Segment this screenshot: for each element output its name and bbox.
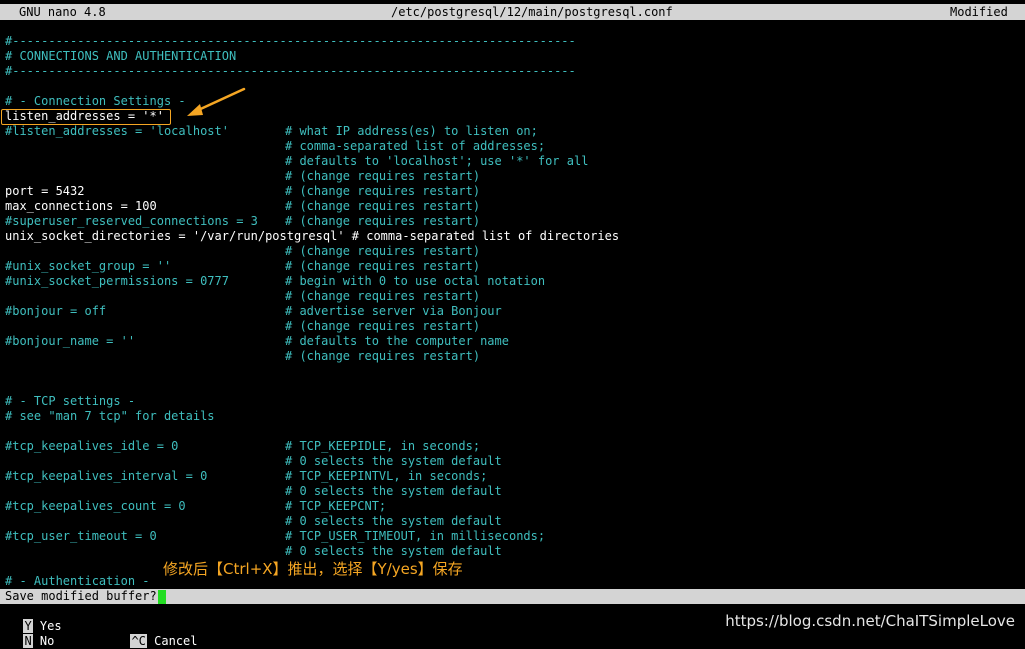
inline-comment: # (change requires restart) (285, 319, 481, 333)
config-line: #tcp_keepalives_interval = 0 # TCP_KEEPIN… (5, 469, 1020, 484)
text-cursor (158, 590, 166, 604)
config-line: # see "man 7 tcp" for details (5, 409, 1020, 424)
config-comment: # - TCP settings - (5, 394, 136, 408)
config-line: # - TCP settings - (5, 394, 1020, 409)
config-line: #superuser_reserved_connections = 3 # (ch… (5, 214, 1020, 229)
inline-comment: # (change requires restart) (285, 199, 481, 213)
config-line: #unix_socket_group = '' # (change require… (5, 259, 1020, 274)
config-line: # - Authentication - (5, 574, 1020, 589)
config-comment: #bonjour = off (5, 304, 107, 318)
inline-comment: # TCP_KEEPIDLE, in seconds; (285, 439, 481, 453)
inline-comment: # defaults to 'localhost'; use '*' for a… (285, 154, 589, 168)
config-setting: unix_socket_directories = '/var/run/post… (5, 229, 620, 243)
config-line: # 0 selects the system default (5, 544, 1020, 559)
config-line (5, 379, 1020, 394)
config-comment: #tcp_keepalives_idle = 0 (5, 439, 179, 453)
config-line: # 0 selects the system default (5, 454, 1020, 469)
inline-comment: # 0 selects the system default (285, 454, 502, 468)
config-comment: # CONNECTIONS AND AUTHENTICATION (5, 49, 237, 63)
file-path: /etc/postgresql/12/main/postgresql.conf (391, 5, 673, 19)
config-comment: #superuser_reserved_connections = 3 (5, 214, 258, 228)
app-name: GNU nano 4.8 (19, 5, 106, 19)
save-prompt: Save modified buffer? (5, 589, 157, 603)
inline-comment: # comma-separated list of addresses; (285, 139, 546, 153)
config-line: unix_socket_directories = '/var/run/post… (5, 229, 1020, 244)
inline-comment: # 0 selects the system default (285, 544, 502, 558)
config-comment: #tcp_keepalives_interval = 0 (5, 469, 208, 483)
inline-comment: # what IP address(es) to listen on; (285, 124, 538, 138)
option-yes[interactable]: Y Yes (9, 604, 62, 633)
config-line: # defaults to 'localhost'; use '*' for a… (5, 154, 1020, 169)
config-line: # (change requires restart) (5, 319, 1020, 334)
option-cancel-label: Cancel (154, 634, 198, 648)
config-comment: #unix_socket_group = '' (5, 259, 172, 273)
config-line: port = 5432 # (change requires restart) (5, 184, 1020, 199)
config-comment: #listen_addresses = 'localhost' (5, 124, 229, 138)
config-line: # CONNECTIONS AND AUTHENTICATION (5, 49, 1020, 64)
inline-comment: # TCP_USER_TIMEOUT, in milliseconds; (285, 529, 546, 543)
config-line: # 0 selects the system default (5, 484, 1020, 499)
config-line: #---------------------------------------… (5, 34, 1020, 49)
modified-status: Modified (950, 5, 1008, 19)
config-line: #bonjour_name = '' # defaults to the comp… (5, 334, 1020, 349)
config-comment: #bonjour_name = '' (5, 334, 136, 348)
highlight-box (1, 109, 171, 125)
config-comment: # see "man 7 tcp" for details (5, 409, 215, 423)
inline-comment: # (change requires restart) (285, 214, 481, 228)
save-prompt-bar: Save modified buffer? (0, 589, 1025, 604)
key-ctrl-c: ^C (130, 634, 147, 648)
inline-comment: # (change requires restart) (285, 169, 481, 183)
config-line: #unix_socket_permissions = 0777 # begin w… (5, 274, 1020, 289)
config-line: #listen_addresses = 'localhost' # what IP… (5, 124, 1020, 139)
nano-title-bar: GNU nano 4.8 /etc/postgresql/12/main/pos… (0, 4, 1025, 20)
config-line: # (change requires restart) (5, 169, 1020, 184)
watermark: https://blog.csdn.net/ChaITSimpleLove (725, 612, 1015, 630)
config-line (5, 424, 1020, 439)
config-line: #tcp_keepalives_idle = 0 # TCP_KEEPIDLE, … (5, 439, 1020, 454)
config-comment: #---------------------------------------… (5, 64, 576, 78)
inline-comment: # 0 selects the system default (285, 514, 502, 528)
inline-comment: # (change requires restart) (285, 289, 481, 303)
config-line: # (change requires restart) (5, 349, 1020, 364)
config-line (5, 559, 1020, 574)
inline-comment: # (change requires restart) (285, 349, 481, 363)
inline-comment: # 0 selects the system default (285, 484, 502, 498)
config-line: #tcp_keepalives_count = 0 # TCP_KEEPCNT; (5, 499, 1020, 514)
config-comment: #---------------------------------------… (5, 34, 576, 48)
config-line: #tcp_user_timeout = 0 # TCP_USER_TIMEOUT,… (5, 529, 1020, 544)
inline-comment: # (change requires restart) (285, 259, 481, 273)
config-line: # comma-separated list of addresses; (5, 139, 1020, 154)
option-no-label: No (39, 634, 55, 648)
config-comment: #tcp_keepalives_count = 0 (5, 499, 186, 513)
config-comment: # - Authentication - (5, 574, 150, 588)
arrow-icon (187, 87, 246, 116)
config-line: # (change requires restart) (5, 289, 1020, 304)
config-line: max_connections = 100 # (change requires … (5, 199, 1020, 214)
config-line: # (change requires restart) (5, 244, 1020, 259)
option-cancel[interactable]: ^C Cancel (116, 619, 198, 648)
config-comment: #tcp_user_timeout = 0 (5, 529, 157, 543)
config-comment: # - Connection Settings - (5, 94, 186, 108)
config-setting: port = 5432 (5, 184, 85, 198)
inline-comment: # begin with 0 to use octal notation (285, 274, 546, 288)
key-n: N (23, 634, 33, 648)
config-line (5, 364, 1020, 379)
config-line: #bonjour = off # advertise server via Bon… (5, 304, 1020, 319)
config-line: #---------------------------------------… (5, 64, 1020, 79)
config-line (5, 79, 1020, 94)
config-setting: max_connections = 100 (5, 199, 157, 213)
option-no[interactable]: N No (9, 619, 54, 648)
inline-comment: # advertise server via Bonjour (285, 304, 502, 318)
inline-comment: # defaults to the computer name (285, 334, 509, 348)
inline-comment: # TCP_KEEPCNT; (285, 499, 387, 513)
inline-comment: # TCP_KEEPINTVL, in seconds; (285, 469, 488, 483)
inline-comment: # (change requires restart) (285, 244, 481, 258)
inline-comment: # (change requires restart) (285, 184, 481, 198)
config-comment: #unix_socket_permissions = 0777 (5, 274, 229, 288)
config-line: # 0 selects the system default (5, 514, 1020, 529)
config-line: # - Connection Settings - (5, 94, 1020, 109)
annotation-text: 修改后【Ctrl+X】推出，选择【Y/yes】保存 (163, 560, 463, 578)
